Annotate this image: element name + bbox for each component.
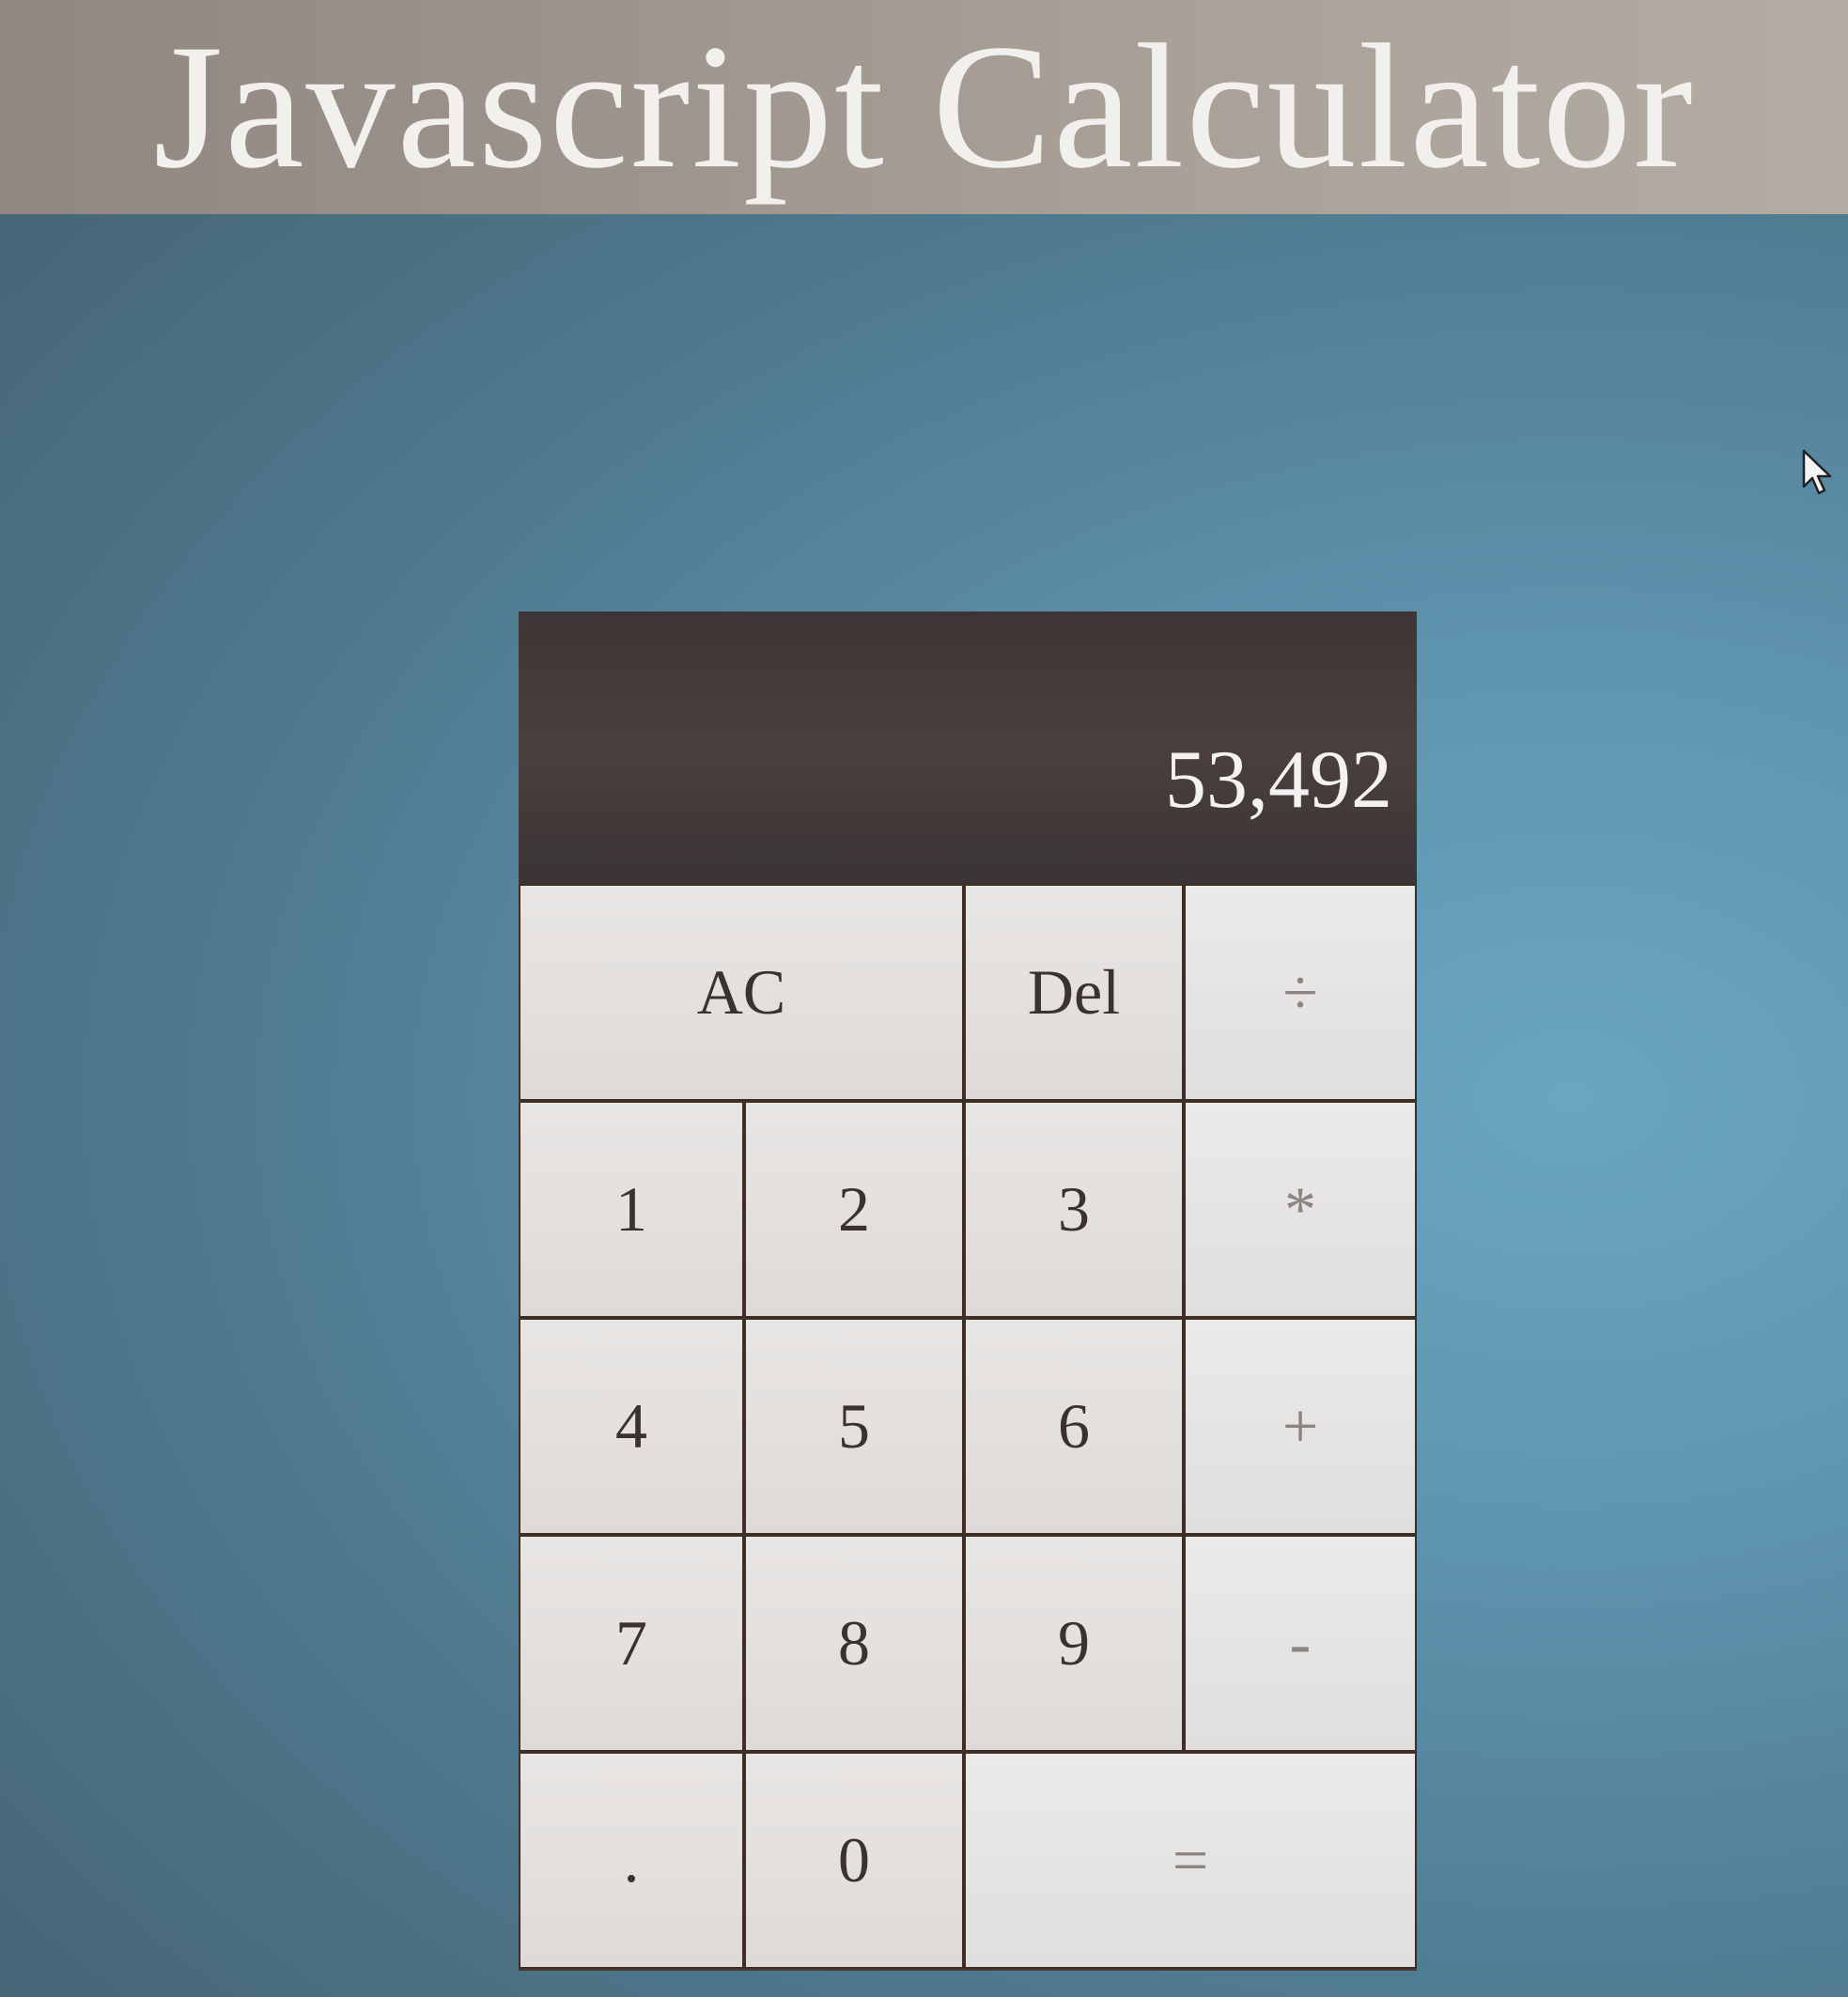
subtract-button[interactable]: - xyxy=(1184,1535,1417,1752)
digit-3-button[interactable]: 3 xyxy=(964,1101,1184,1318)
digit-9-button[interactable]: 9 xyxy=(964,1535,1184,1752)
digit-7-button[interactable]: 7 xyxy=(519,1535,744,1752)
digit-6-button[interactable]: 6 xyxy=(964,1318,1184,1535)
calculator: 53,492 AC Del ÷ 1 2 3 * 4 5 6 + 7 8 9 - … xyxy=(519,611,1417,1971)
clear-button[interactable]: AC xyxy=(519,884,964,1101)
delete-button[interactable]: Del xyxy=(964,884,1184,1101)
digit-4-button[interactable]: 4 xyxy=(519,1318,744,1535)
calculator-display: 53,492 xyxy=(519,611,1417,884)
multiply-button[interactable]: * xyxy=(1184,1101,1417,1318)
decimal-button[interactable]: . xyxy=(519,1752,744,1969)
digit-0-button[interactable]: 0 xyxy=(744,1752,964,1969)
display-value: 53,492 xyxy=(1165,735,1392,826)
header-bar: Javascript Calculator xyxy=(0,0,1848,214)
divide-button[interactable]: ÷ xyxy=(1184,884,1417,1101)
digit-1-button[interactable]: 1 xyxy=(519,1101,744,1318)
equals-button[interactable]: = xyxy=(964,1752,1417,1969)
add-button[interactable]: + xyxy=(1184,1318,1417,1535)
digit-5-button[interactable]: 5 xyxy=(744,1318,964,1535)
keypad: AC Del ÷ 1 2 3 * 4 5 6 + 7 8 9 - . 0 = xyxy=(519,884,1417,1971)
page-title: Javascript Calculator xyxy=(153,8,1695,206)
mouse-pointer-icon xyxy=(1802,449,1832,495)
digit-2-button[interactable]: 2 xyxy=(744,1101,964,1318)
digit-8-button[interactable]: 8 xyxy=(744,1535,964,1752)
